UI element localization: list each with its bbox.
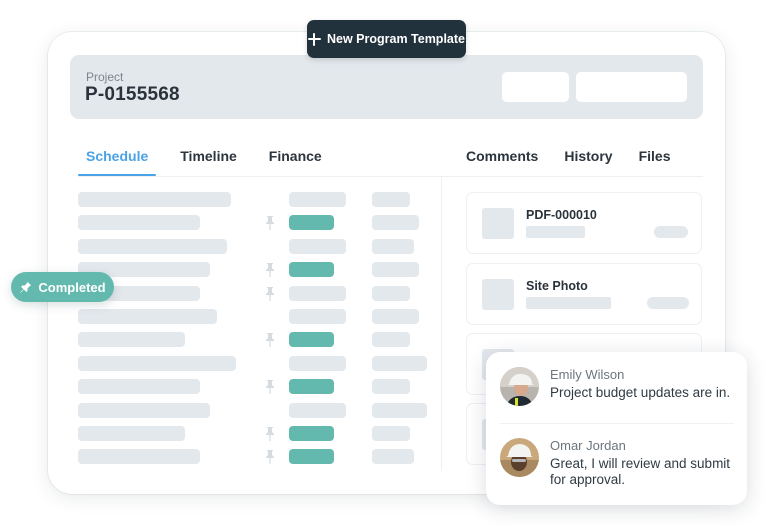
date-placeholder (372, 215, 419, 231)
date-placeholder (372, 332, 410, 348)
schedule-row[interactable] (78, 215, 438, 231)
file-meta-placeholder (526, 226, 585, 238)
schedule-row[interactable] (78, 355, 438, 371)
task-name-placeholder (78, 379, 200, 395)
tabs-divider-right (441, 176, 703, 177)
task-name-placeholder (78, 449, 200, 465)
date-placeholder (372, 262, 419, 278)
file-card[interactable]: Site Photo (466, 263, 702, 325)
file-status-placeholder (654, 226, 688, 238)
date-placeholder (372, 355, 427, 371)
task-name-placeholder (78, 309, 217, 324)
tab-timeline[interactable]: Timeline (172, 140, 245, 176)
comment-divider (500, 423, 734, 424)
date-placeholder (372, 379, 410, 395)
schedule-row[interactable] (78, 426, 438, 441)
status-placeholder (289, 309, 346, 324)
completed-label: Completed (38, 279, 106, 295)
date-placeholder (372, 285, 410, 301)
status-placeholder (289, 402, 346, 418)
tabs-divider-left (78, 176, 442, 177)
status-completed-bar (289, 215, 334, 231)
project-label: Project (86, 70, 124, 84)
schedule-row[interactable] (78, 309, 438, 324)
pin-icon[interactable] (265, 426, 275, 442)
date-placeholder (372, 238, 414, 254)
tab-files[interactable]: Files (631, 140, 679, 175)
file-card[interactable]: PDF-000010 (466, 192, 702, 254)
file-meta-placeholder (526, 297, 611, 309)
plus-icon (307, 32, 321, 46)
schedule-row[interactable] (78, 262, 438, 278)
schedule-row[interactable] (78, 402, 438, 418)
task-name-placeholder (78, 332, 185, 348)
schedule-row[interactable] (78, 332, 438, 348)
tab-schedule[interactable]: Schedule (78, 140, 157, 176)
schedule-tabs: Schedule Timeline Finance (78, 140, 346, 176)
task-name-placeholder (78, 238, 227, 254)
task-name-placeholder (78, 192, 231, 207)
avatar-omar-jordan (500, 438, 539, 477)
status-placeholder (289, 355, 346, 371)
tab-history[interactable]: History (556, 140, 620, 175)
comments-popup: Emily Wilson Project budget updates are … (486, 352, 747, 505)
schedule-row[interactable] (78, 238, 438, 254)
project-header: Project P-0155568 (70, 55, 703, 119)
task-name-placeholder (78, 355, 236, 371)
pin-icon[interactable] (265, 379, 275, 395)
status-completed-bar (289, 332, 334, 348)
comment-text: Project budget updates are in. (550, 385, 731, 400)
status-placeholder (289, 238, 346, 254)
schedule-row[interactable] (78, 285, 438, 302)
status-completed-bar (289, 426, 334, 441)
tab-comments[interactable]: Comments (458, 140, 546, 175)
schedule-row[interactable] (78, 192, 438, 207)
status-completed-bar (289, 379, 334, 395)
pin-icon[interactable] (265, 449, 275, 465)
pin-icon[interactable] (265, 215, 275, 231)
status-completed-bar (289, 262, 334, 278)
date-placeholder (372, 402, 427, 418)
new-program-template-label: New Program Template (326, 32, 465, 46)
completed-badge: Completed (11, 272, 114, 302)
file-thumbnail (482, 208, 514, 239)
header-action-button-2[interactable] (576, 72, 687, 102)
comment-author: Emily Wilson (550, 367, 625, 382)
file-thumbnail (482, 279, 514, 310)
file-name: PDF-000010 (526, 208, 597, 222)
project-id: P-0155568 (85, 84, 180, 105)
activity-tabs: Comments History Files (458, 140, 689, 175)
status-placeholder (289, 285, 346, 301)
task-name-placeholder (78, 426, 185, 441)
pin-icon (20, 281, 32, 293)
status-placeholder (289, 192, 346, 207)
comment-author: Omar Jordan (550, 438, 626, 453)
task-name-placeholder (78, 215, 200, 231)
panel-divider (441, 177, 442, 471)
pin-icon[interactable] (265, 262, 275, 278)
date-placeholder (372, 309, 419, 324)
tab-finance[interactable]: Finance (261, 140, 330, 176)
header-action-button-1[interactable] (502, 72, 569, 102)
status-completed-bar (289, 449, 334, 465)
date-placeholder (372, 426, 410, 441)
file-name: Site Photo (526, 279, 588, 293)
pin-icon[interactable] (265, 332, 275, 348)
new-program-template-button[interactable]: New Program Template (307, 20, 466, 58)
date-placeholder (372, 192, 410, 207)
pin-icon[interactable] (265, 286, 275, 302)
task-name-placeholder (78, 402, 210, 418)
avatar-emily-wilson (500, 367, 539, 406)
schedule-row[interactable] (78, 449, 438, 465)
comment-text: Great, I will review and submit for appr… (550, 456, 731, 487)
file-status-placeholder (647, 297, 689, 309)
schedule-row[interactable] (78, 379, 438, 395)
date-placeholder (372, 449, 414, 465)
